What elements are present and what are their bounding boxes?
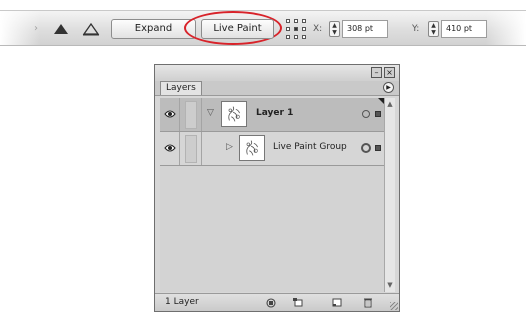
- layers-panel: – × Layers ▶ ▽ Layer 1 ▷ Live Paint Grou…: [154, 64, 400, 312]
- scroll-down-icon[interactable]: ▼: [385, 280, 395, 291]
- eye-icon: [164, 110, 176, 118]
- panel-title-bar[interactable]: – ×: [155, 65, 399, 81]
- reference-point-icon[interactable]: [286, 19, 306, 39]
- resize-grip[interactable]: [390, 302, 398, 310]
- layer-row-live-paint-group[interactable]: ▷ Live Paint Group: [160, 132, 384, 166]
- visibility-toggle[interactable]: [160, 132, 180, 165]
- live-paint-button[interactable]: Live Paint: [201, 19, 274, 39]
- minimize-icon[interactable]: –: [371, 67, 382, 78]
- layer-count: 1 Layer: [165, 297, 199, 307]
- visibility-toggle[interactable]: [160, 98, 180, 131]
- panel-grip-icon[interactable]: ›: [30, 22, 42, 36]
- vertical-scrollbar[interactable]: ▲ ▼: [384, 98, 395, 292]
- lock-toggle[interactable]: [180, 98, 202, 131]
- layer-row-layer-1[interactable]: ▽ Layer 1: [160, 98, 384, 132]
- trash-icon[interactable]: [362, 297, 374, 308]
- x-stepper[interactable]: ▲ ▼: [329, 21, 340, 37]
- filled-triangle-icon[interactable]: [52, 22, 70, 36]
- layer-name[interactable]: Layer 1: [256, 108, 293, 118]
- y-stepper[interactable]: ▲ ▼: [428, 21, 439, 37]
- lock-toggle[interactable]: [180, 132, 202, 165]
- layer-list: ▽ Layer 1 ▷ Live Paint Group: [160, 98, 384, 292]
- outline-triangle-icon[interactable]: [82, 22, 100, 36]
- x-input[interactable]: 308 pt: [342, 20, 388, 38]
- selection-indicator[interactable]: [375, 111, 381, 117]
- y-label: Y:: [412, 24, 420, 34]
- layer-thumbnail: [221, 101, 247, 127]
- new-sublayer-icon[interactable]: [292, 297, 304, 308]
- panel-bottom-bar: 1 Layer: [155, 293, 399, 311]
- layer-name[interactable]: Live Paint Group: [273, 142, 347, 152]
- y-input[interactable]: 410 pt: [441, 20, 487, 38]
- target-icon[interactable]: [361, 143, 371, 153]
- expand-triangle-icon[interactable]: ▷: [226, 142, 233, 152]
- tab-layers[interactable]: Layers: [160, 81, 202, 95]
- control-bar: › Expand Live Paint X: ▲ ▼ 308 pt Y: ▲ ▼ 4…: [0, 10, 526, 46]
- panel-menu-icon[interactable]: ▶: [383, 82, 394, 93]
- make-clipping-mask-icon[interactable]: [265, 297, 277, 308]
- fade-right: [486, 11, 526, 45]
- x-label: X:: [313, 24, 323, 34]
- tab-row: Layers ▶: [155, 81, 399, 96]
- group-thumbnail: [239, 135, 265, 161]
- target-icon[interactable]: [362, 110, 370, 118]
- eye-icon: [164, 144, 176, 152]
- close-icon[interactable]: ×: [384, 67, 395, 78]
- collapse-triangle-icon[interactable]: ▽: [207, 108, 214, 118]
- new-layer-icon[interactable]: [331, 297, 343, 308]
- scroll-up-icon[interactable]: ▲: [385, 99, 395, 110]
- selection-indicator[interactable]: [375, 145, 381, 151]
